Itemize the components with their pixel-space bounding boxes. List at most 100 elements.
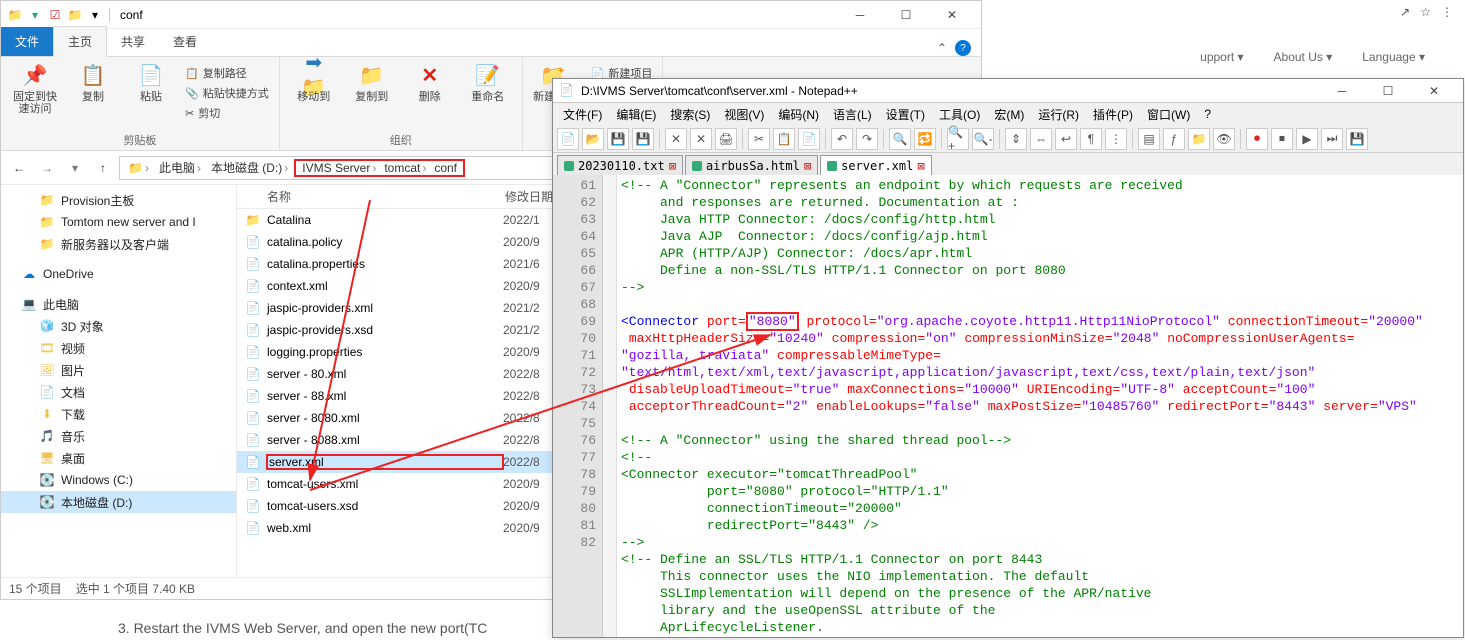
menu-item[interactable]: 宏(M) (988, 104, 1030, 125)
back-button[interactable]: ← (7, 156, 31, 180)
menu-item[interactable]: 工具(O) (933, 104, 986, 125)
crumb-root[interactable]: 📁 › (124, 161, 153, 175)
code-area[interactable]: <!-- A "Connector" represents an endpoin… (617, 175, 1463, 637)
qat-checkbox[interactable]: ☑ (47, 7, 63, 23)
print-icon[interactable]: 🖨 (715, 128, 737, 150)
maximize-button[interactable]: ☐ (883, 1, 929, 29)
qat-save-icon[interactable]: ▾ (27, 7, 43, 23)
wordwrap-icon[interactable]: ↩ (1055, 128, 1077, 150)
nav-item[interactable]: 🎞视频 (1, 337, 236, 359)
nav-item[interactable]: 🖥桌面 (1, 447, 236, 469)
func-list-icon[interactable]: ƒ (1163, 128, 1185, 150)
crumb-ivms[interactable]: IVMS Server › (298, 161, 380, 175)
close-tab-icon[interactable]: ⊠ (917, 159, 924, 173)
delete-button[interactable]: ✕删除 (406, 61, 454, 103)
nav-item[interactable]: 💽Windows (C:) (1, 469, 236, 491)
close-all-icon[interactable]: ✕ (690, 128, 712, 150)
open-file-icon[interactable]: 📂 (582, 128, 604, 150)
nav-item[interactable]: 📄文档 (1, 381, 236, 403)
menu-item[interactable]: 语言(L) (827, 104, 878, 125)
sync-v-icon[interactable]: ⇕ (1005, 128, 1027, 150)
menu-item[interactable]: 运行(R) (1032, 104, 1085, 125)
copy-path-button[interactable]: 📋 复制路径 (185, 65, 269, 81)
editor-tab[interactable]: server.xml⊠ (820, 155, 931, 175)
menu-item[interactable]: 搜索(S) (664, 104, 716, 125)
maximize-button[interactable]: ☐ (1365, 77, 1411, 105)
editor-tab[interactable]: airbusSa.html⊠ (685, 155, 818, 175)
close-button[interactable]: ✕ (929, 1, 975, 29)
record-macro-icon[interactable]: ⏺ (1246, 128, 1268, 150)
minimize-button[interactable]: ─ (837, 1, 883, 29)
forward-button[interactable]: → (35, 156, 59, 180)
replace-icon[interactable]: 🔁 (914, 128, 936, 150)
crumb-conf[interactable]: conf (430, 161, 461, 175)
close-icon[interactable]: ✕ (665, 128, 687, 150)
menu-item[interactable]: 插件(P) (1087, 104, 1139, 125)
redo-icon[interactable]: ↷ (856, 128, 878, 150)
up-button[interactable]: ↑ (91, 156, 115, 180)
play-multi-icon[interactable]: ⏭ (1321, 128, 1343, 150)
nav-item[interactable]: ⬇下载 (1, 403, 236, 425)
stop-macro-icon[interactable]: ⏹ (1271, 128, 1293, 150)
show-all-chars-icon[interactable]: ¶ (1080, 128, 1102, 150)
menu-item[interactable]: 视图(V) (718, 104, 770, 125)
nav-item[interactable]: 🎵音乐 (1, 425, 236, 447)
paste-shortcut-button[interactable]: 📎 粘贴快捷方式 (185, 85, 269, 101)
column-name[interactable]: 名称 (237, 188, 497, 205)
menu-item[interactable]: 文件(F) (557, 104, 608, 125)
menu-item[interactable]: 设置(T) (880, 104, 931, 125)
ribbon-collapse-icon[interactable]: ⌃ (937, 41, 947, 55)
close-tab-icon[interactable]: ⊠ (669, 159, 676, 173)
nav-language[interactable]: Language ▾ (1362, 50, 1425, 64)
menu-item[interactable]: 窗口(W) (1141, 104, 1196, 125)
crumb-drive[interactable]: 本地磁盘 (D:) › (207, 159, 292, 176)
undo-icon[interactable]: ↶ (831, 128, 853, 150)
menu-item[interactable]: 编辑(E) (610, 104, 662, 125)
qat-dropdown[interactable]: ▾ (87, 7, 103, 23)
move-to-button[interactable]: ➡📁移动到 (290, 61, 338, 103)
fold-margin[interactable] (603, 175, 617, 637)
find-icon[interactable]: 🔍 (889, 128, 911, 150)
history-dropdown[interactable]: ▾ (63, 156, 87, 180)
cut-icon[interactable]: ✂ (748, 128, 770, 150)
monitor-icon[interactable]: 👁 (1213, 128, 1235, 150)
nav-item[interactable]: ☁OneDrive (1, 263, 236, 285)
new-file-icon[interactable]: 📄 (557, 128, 579, 150)
nav-item[interactable]: 💽本地磁盘 (D:) (1, 491, 236, 513)
doc-map-icon[interactable]: ▤ (1138, 128, 1160, 150)
nav-support[interactable]: upport ▾ (1200, 50, 1243, 64)
kebab-icon[interactable]: ⋮ (1441, 5, 1453, 19)
nav-item[interactable]: 💻此电脑 (1, 293, 236, 315)
copy-icon[interactable]: 📋 (773, 128, 795, 150)
share-icon[interactable]: ↗ (1400, 5, 1410, 19)
crumb-tomcat[interactable]: tomcat › (380, 161, 430, 175)
copy-button[interactable]: 📋复制 (69, 61, 117, 103)
save-all-icon[interactable]: 💾 (632, 128, 654, 150)
folder-workspace-icon[interactable]: 📁 (1188, 128, 1210, 150)
paste-icon[interactable]: 📄 (798, 128, 820, 150)
tab-share[interactable]: 共享 (107, 27, 159, 56)
pin-to-quick-access-button[interactable]: 📌固定到快 速访问 (11, 61, 59, 115)
nav-item[interactable]: 🧊3D 对象 (1, 315, 236, 337)
save-icon[interactable]: 💾 (607, 128, 629, 150)
copy-to-button[interactable]: 📁复制到 (348, 61, 396, 103)
nav-item[interactable]: 📁Provision主板 (1, 189, 236, 211)
crumb-pc[interactable]: 此电脑 › (155, 159, 205, 176)
editor-tab[interactable]: 20230110.txt⊠ (557, 155, 683, 175)
npp-editor[interactable]: 61 62 63 64 65 66 67 68 69 70 71 72 73 7… (553, 175, 1463, 637)
nav-item[interactable]: 📁Tomtom new server and I (1, 211, 236, 233)
star-icon[interactable]: ☆ (1420, 5, 1431, 19)
save-macro-icon[interactable]: 💾 (1346, 128, 1368, 150)
sync-h-icon[interactable]: ⇔ (1030, 128, 1052, 150)
menu-item[interactable]: ? (1198, 105, 1217, 123)
tab-home[interactable]: 主页 (53, 26, 107, 57)
close-tab-icon[interactable]: ⊠ (804, 159, 811, 173)
minimize-button[interactable]: ─ (1319, 77, 1365, 105)
navigation-pane[interactable]: 📁Provision主板📁Tomtom new server and I📁新服务… (1, 185, 237, 577)
rename-button[interactable]: 📝重命名 (464, 61, 512, 103)
indent-guide-icon[interactable]: ⋮ (1105, 128, 1127, 150)
tab-file[interactable]: 文件 (1, 27, 53, 56)
tab-view[interactable]: 查看 (159, 27, 211, 56)
cut-button[interactable]: ✂ 剪切 (185, 105, 269, 121)
zoom-out-icon[interactable]: 🔍- (972, 128, 994, 150)
